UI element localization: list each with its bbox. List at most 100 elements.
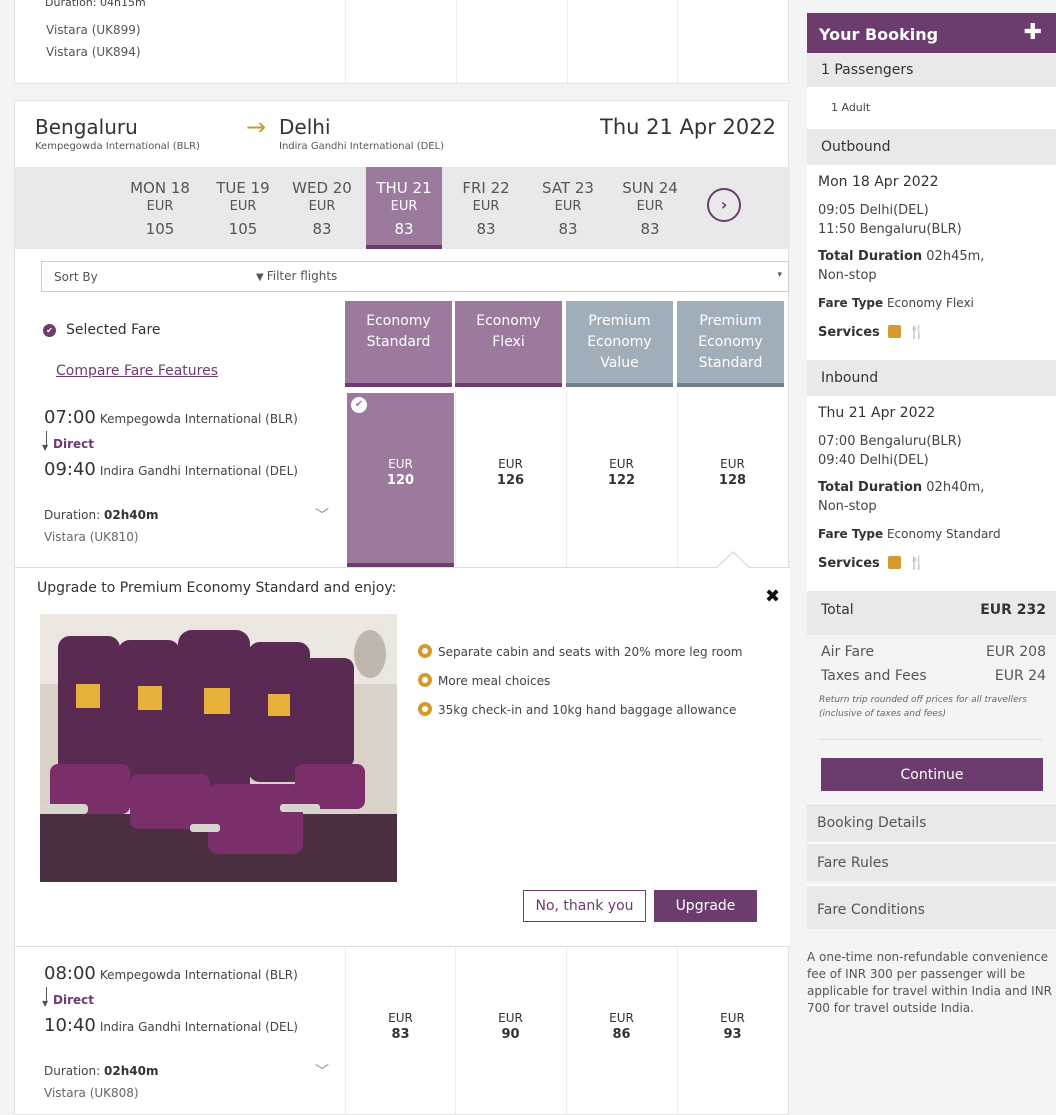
stops-label: Direct — [53, 437, 94, 451]
air-fare-amount: EUR 208 — [986, 644, 1046, 660]
flight-duration: Duration: 02h40m — [44, 1064, 159, 1078]
fare-conditions-link[interactable]: Fare Conditions — [807, 885, 1056, 929]
route-arrow-icon: → — [246, 113, 267, 141]
upgrade-offer-panel: Upgrade to Premium Economy Standard and … — [15, 567, 790, 947]
fare-rules-link[interactable]: Fare Rules — [807, 843, 1056, 881]
gear-icon — [418, 644, 432, 658]
taxes-amount: EUR 24 — [994, 668, 1046, 684]
inbound-services: Services 🍴 — [818, 556, 925, 571]
your-booking-header: Your Booking ✚ — [807, 13, 1056, 53]
gear-icon — [418, 702, 432, 716]
passengers-section-header: 1 Passengers — [807, 53, 1056, 87]
date-option-mon-18[interactable]: MON 18 EUR 105 — [122, 167, 198, 249]
stops-label: Direct — [53, 993, 94, 1007]
fare-option-economy-flexi[interactable]: EUR 126 — [457, 457, 564, 488]
next-dates-chevron-icon[interactable]: › — [707, 188, 741, 222]
arrival-time: 10:40 Indira Gandhi International (DEL) — [44, 1015, 298, 1036]
cutlery-icon: 🍴 — [908, 556, 925, 571]
inbound-duration: Total Duration 02h40m, — [818, 480, 985, 495]
outbound-details: Mon 18 Apr 2022 09:05 Delhi(DEL) 11:50 B… — [807, 165, 1056, 360]
origin-city: Bengaluru — [35, 115, 138, 139]
outbound-stops: Non-stop — [818, 268, 877, 283]
arrow-down-icon: ▼ — [42, 443, 49, 452]
no-thank-you-button[interactable]: No, thank you — [523, 890, 646, 922]
fare-option-economy-flexi[interactable]: EUR 90 — [457, 1011, 564, 1042]
date-selector: MON 18 EUR 105 TUE 19 EUR 105 WED 20 EUR… — [15, 167, 790, 249]
compare-fare-features-link[interactable]: Compare Fare Features — [56, 363, 218, 379]
upgrade-title: Upgrade to Premium Economy Standard and … — [37, 580, 397, 596]
date-option-tue-19[interactable]: TUE 19 EUR 105 — [205, 167, 281, 249]
fare-header-premium-economy-value: Premium Economy Value — [566, 301, 673, 387]
passenger-count: 1 Adult — [831, 101, 871, 114]
outbound-date: Mon 18 Apr 2022 — [818, 174, 939, 190]
caret-down-icon: ▾ — [777, 270, 782, 280]
fare-header-economy-flexi: Economy Flexi — [455, 301, 562, 387]
date-option-wed-20[interactable]: WED 20 EUR 83 — [284, 167, 360, 249]
fare-option-premium-economy-value[interactable]: EUR 86 — [568, 1011, 675, 1042]
previous-flight-number-2: Vistara (UK894) — [46, 45, 141, 59]
outbound-departure: 09:05 Delhi(DEL) — [818, 203, 929, 218]
inbound-date: Thu 21 Apr 2022 — [818, 405, 936, 421]
cutlery-icon: 🍴 — [908, 325, 925, 340]
inbound-arrival: 09:40 Delhi(DEL) — [818, 453, 929, 468]
outbound-section-header: Outbound — [807, 129, 1056, 165]
date-option-thu-21[interactable]: THU 21 EUR 83 — [366, 167, 442, 249]
selected-fare-label: ✔ Selected Fare — [43, 322, 161, 338]
previous-flight-card: Duration: 04h15m Vistara (UK899) Vistara… — [14, 0, 789, 84]
booking-details-link[interactable]: Booking Details — [807, 803, 1056, 841]
inbound-details: Thu 21 Apr 2022 07:00 Bengaluru(BLR) 09:… — [807, 396, 1056, 591]
inbound-departure: 07:00 Bengaluru(BLR) — [818, 434, 962, 449]
outbound-fare-type: Fare Type Economy Flexi — [818, 296, 974, 310]
passengers-block: 1 Adult — [807, 87, 1056, 129]
filter-flights-button[interactable]: ▼ Filter flights — [256, 269, 337, 283]
sort-filter-bar[interactable]: Sort By ▼ Filter flights ▾ — [41, 261, 789, 292]
check-icon: ✔ — [351, 397, 367, 413]
total-amount: EUR 232 — [980, 602, 1046, 618]
flight-duration: Duration: 02h40m — [44, 508, 159, 522]
fare-option-premium-economy-standard[interactable]: EUR 93 — [679, 1011, 786, 1042]
inbound-stops: Non-stop — [818, 499, 877, 514]
flight-number: Vistara (UK808) — [44, 1086, 139, 1100]
fare-option-economy-standard[interactable]: ✔ EUR 120 — [347, 393, 454, 567]
inbound-fare-type: Fare Type Economy Standard — [818, 527, 1001, 541]
fare-header-economy-standard: Economy Standard — [345, 301, 452, 387]
inbound-section-header: Inbound — [807, 360, 1056, 396]
flight-number: Vistara (UK810) — [44, 530, 139, 544]
close-icon[interactable]: ✖ — [765, 586, 780, 607]
flight-selection-panel: Bengaluru Kempegowda International (BLR)… — [14, 100, 790, 1115]
arrival-time: 09:40 Indira Gandhi International (DEL) — [44, 459, 298, 480]
arrow-down-icon: ▼ — [42, 999, 49, 1008]
date-option-fri-22[interactable]: FRI 22 EUR 83 — [448, 167, 524, 249]
date-option-sun-24[interactable]: SUN 24 EUR 83 — [612, 167, 688, 249]
previous-flight-fare-columns — [345, 0, 788, 83]
baggage-icon — [887, 325, 901, 338]
plus-icon[interactable]: ✚ — [1024, 20, 1042, 45]
sort-by-dropdown[interactable]: Sort By — [54, 270, 98, 284]
price-note: Return trip rounded off prices for all t… — [819, 695, 1027, 719]
chevron-down-icon[interactable]: ﹀ — [315, 505, 329, 525]
fare-option-premium-economy-standard[interactable]: EUR 128 — [679, 457, 786, 488]
outbound-duration: Total Duration 02h45m, — [818, 249, 985, 264]
flight-row: 07:00 Kempegowda International (BLR) ▼ Di… — [15, 391, 790, 567]
date-option-sat-23[interactable]: SAT 23 EUR 83 — [530, 167, 606, 249]
previous-flight-duration: Duration: 04h15m — [45, 0, 146, 9]
filter-icon: ▼ — [256, 272, 264, 283]
previous-flight-number-1: Vistara (UK899) — [46, 23, 141, 37]
premium-cabin-seats-image — [40, 614, 397, 882]
baggage-icon — [887, 556, 901, 569]
continue-button[interactable]: Continue — [821, 758, 1043, 791]
upgrade-benefit-item: More meal choices — [418, 673, 550, 688]
chevron-down-icon[interactable]: ﹀ — [315, 1061, 329, 1081]
air-fare-label: Air Fare — [821, 644, 875, 660]
outbound-arrival: 11:50 Bengaluru(BLR) — [818, 222, 962, 237]
fare-option-premium-economy-value[interactable]: EUR 122 — [568, 457, 675, 488]
price-breakdown: Air Fare EUR 208 Taxes and Fees EUR 24 R… — [807, 635, 1056, 803]
convenience-fee-note: A one-time non-refundable convenience fe… — [807, 950, 1053, 1015]
destination-airport: Indira Gandhi International (DEL) — [279, 141, 445, 152]
outbound-services: Services 🍴 — [818, 325, 925, 340]
upgrade-button[interactable]: Upgrade — [654, 890, 757, 922]
taxes-label: Taxes and Fees — [821, 668, 927, 684]
total-row: Total EUR 232 — [807, 591, 1056, 635]
fare-option-economy-standard[interactable]: EUR 83 — [347, 1011, 454, 1042]
departure-time: 07:00 Kempegowda International (BLR) — [44, 407, 298, 428]
